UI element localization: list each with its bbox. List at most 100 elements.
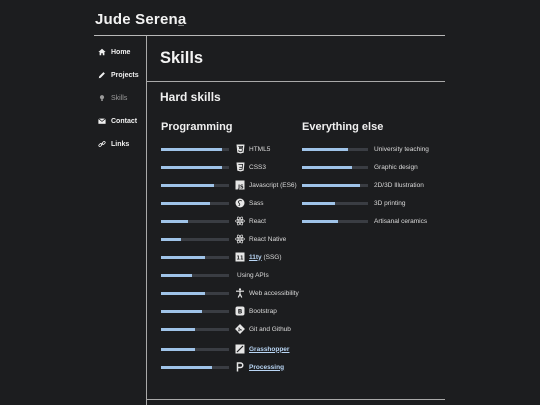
skill-bar bbox=[161, 165, 229, 169]
skill-row-ceramics: Artisanal ceramics bbox=[302, 214, 427, 228]
nav-item-home[interactable]: Home bbox=[98, 46, 130, 58]
skill-row-processing: Processing bbox=[161, 360, 284, 374]
skill-bar bbox=[302, 219, 368, 223]
svg-text:B: B bbox=[238, 308, 243, 315]
css3-icon bbox=[235, 162, 245, 172]
nav-label-contact: Contact bbox=[111, 117, 138, 125]
javascript-icon: JS bbox=[235, 180, 245, 190]
skill-bar-fill bbox=[302, 201, 335, 205]
skill-name: Artisanal ceramics bbox=[374, 217, 428, 225]
skill-name: Git and Github bbox=[249, 325, 291, 333]
skill-row-javascript: JS Javascript (ES6) bbox=[161, 178, 297, 192]
skill-bar bbox=[161, 327, 229, 331]
skill-name: CSS3 bbox=[249, 163, 266, 171]
processing-icon bbox=[235, 362, 245, 372]
skill-bar-fill bbox=[161, 347, 195, 351]
skill-name: React bbox=[249, 217, 266, 225]
skill-link-processing[interactable]: Processing bbox=[249, 364, 284, 371]
site-title[interactable]: Jude Serena bbox=[95, 11, 186, 28]
skill-bar bbox=[161, 291, 229, 295]
skill-bar-fill bbox=[161, 309, 202, 313]
skill-name: Using APIs bbox=[237, 271, 269, 279]
title-cursor bbox=[178, 25, 184, 26]
sidebar-nav: Home Projects Skills Contact Links bbox=[94, 36, 147, 405]
skill-bar bbox=[302, 147, 368, 151]
eleventy-icon: 11 bbox=[235, 252, 245, 262]
skill-bar bbox=[161, 201, 229, 205]
svg-text:JS: JS bbox=[237, 185, 244, 190]
skill-bar-fill bbox=[161, 291, 206, 295]
sass-icon bbox=[235, 198, 245, 208]
skill-bar bbox=[161, 255, 229, 259]
skill-row-sass: Sass bbox=[161, 196, 263, 210]
nav-label-skills: Skills bbox=[111, 94, 128, 102]
skill-bar bbox=[161, 273, 229, 277]
nav-item-projects[interactable]: Projects bbox=[98, 69, 139, 81]
skill-bar-fill bbox=[302, 219, 339, 223]
skill-bar-fill bbox=[161, 327, 195, 331]
skill-row-html5: HTML5 bbox=[161, 142, 270, 156]
skill-bar-fill bbox=[161, 201, 210, 205]
skill-row-illustration: 2D/3D Illustration bbox=[302, 178, 424, 192]
home-icon bbox=[98, 48, 106, 56]
skill-row-git: Git and Github bbox=[161, 322, 291, 336]
html5-icon bbox=[235, 144, 245, 154]
skill-row-web-accessibility: Web accessibility bbox=[161, 286, 299, 300]
programming-heading: Programming bbox=[161, 121, 233, 133]
skill-name: Javascript (ES6) bbox=[249, 181, 297, 189]
skill-bar bbox=[161, 365, 229, 369]
skill-row-react: React bbox=[161, 214, 266, 228]
git-icon bbox=[235, 324, 245, 334]
skill-bar-fill bbox=[302, 183, 361, 187]
skill-name: Sass bbox=[249, 199, 264, 207]
skill-name: Web accessibility bbox=[249, 289, 299, 297]
skill-row-react-native: React Native bbox=[161, 232, 286, 246]
skill-bar-fill bbox=[302, 147, 349, 151]
nav-item-skills[interactable]: Skills bbox=[98, 92, 127, 104]
skill-link-grasshopper[interactable]: Grasshopper bbox=[249, 346, 289, 353]
skill-row-using-apis: Using APIs bbox=[161, 268, 269, 282]
skill-bar-fill bbox=[302, 165, 352, 169]
skill-bar-fill bbox=[161, 183, 215, 187]
nav-label-links: Links bbox=[111, 140, 130, 148]
link-icon bbox=[98, 141, 106, 147]
accessibility-icon bbox=[235, 288, 245, 298]
skill-row-graphic-design: Graphic design bbox=[302, 160, 418, 174]
section-title-hard-skills: Hard skills bbox=[160, 90, 221, 104]
skill-name: Graphic design bbox=[374, 163, 418, 171]
react-icon bbox=[235, 216, 245, 226]
skill-bar bbox=[302, 165, 368, 169]
bottom-divider bbox=[147, 399, 445, 400]
nav-label-home: Home bbox=[111, 48, 131, 56]
everything-else-heading: Everything else bbox=[302, 121, 384, 133]
pencil-icon bbox=[98, 72, 105, 79]
title-divider bbox=[147, 81, 445, 82]
skill-link-11ty[interactable]: 11ty bbox=[249, 254, 262, 261]
skill-name: HTML5 bbox=[249, 145, 271, 153]
skill-row-3d-printing: 3D printing bbox=[302, 196, 405, 210]
skill-row-css3: CSS3 bbox=[161, 160, 266, 174]
skill-row-university-teaching: University teaching bbox=[302, 142, 429, 156]
skill-bar bbox=[161, 183, 229, 187]
skill-bar-fill bbox=[161, 255, 206, 259]
grasshopper-icon bbox=[235, 344, 245, 354]
skill-row-11ty: 11 11ty (SSG) bbox=[161, 250, 282, 264]
nav-item-contact[interactable]: Contact bbox=[98, 115, 137, 127]
nav-item-links[interactable]: Links bbox=[98, 138, 129, 150]
envelope-icon bbox=[98, 118, 106, 124]
skill-bar-fill bbox=[161, 165, 223, 169]
skill-bar bbox=[161, 219, 229, 223]
page-title: Skills bbox=[160, 49, 204, 67]
skill-bar-fill bbox=[161, 365, 212, 369]
skill-bar-fill bbox=[161, 273, 192, 277]
skill-name: Bootstrap bbox=[249, 307, 277, 315]
skill-bar-fill bbox=[161, 219, 189, 223]
skill-name: University teaching bbox=[374, 145, 429, 153]
skill-name-11ty: 11ty (SSG) bbox=[249, 253, 282, 261]
bootstrap-icon: B bbox=[235, 306, 245, 316]
skill-bar-fill bbox=[161, 237, 182, 241]
skill-row-bootstrap: B Bootstrap bbox=[161, 304, 277, 318]
skill-bar bbox=[302, 201, 368, 205]
skill-name: 2D/3D Illustration bbox=[374, 181, 424, 189]
skill-bar bbox=[161, 347, 229, 351]
